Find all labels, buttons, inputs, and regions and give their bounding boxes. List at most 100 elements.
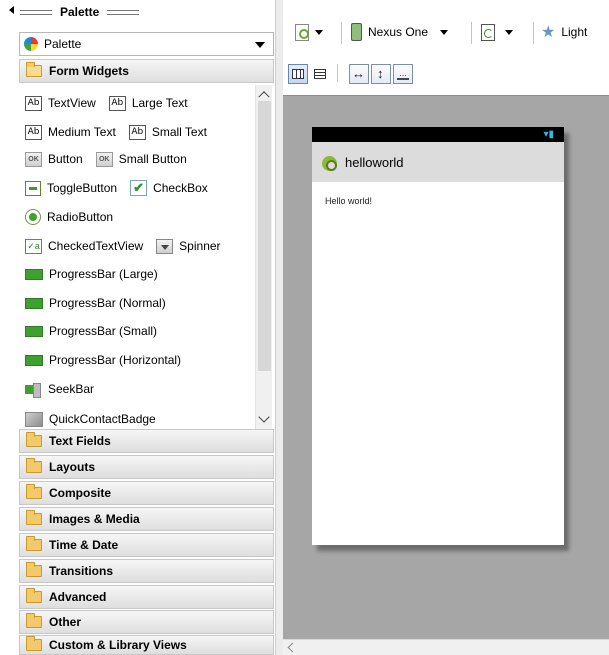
section-label: Form Widgets [49, 64, 129, 78]
chevron-down-icon[interactable] [440, 29, 449, 35]
layout-actions-toolbar: ↔ ↕ ... [283, 60, 609, 88]
section-label: Composite [49, 486, 112, 500]
list-item: ToggleButton ✔ CheckBox [25, 178, 214, 198]
button-widget-icon: OK [95, 151, 113, 167]
layout-editor: Nexus One ★ Light ↔ ↕ ... ▾▮ helloworld … [283, 0, 609, 655]
widget-togglebutton[interactable]: ToggleButton [25, 180, 117, 196]
section-label: Time & Date [49, 538, 119, 552]
widget-label: ProgressBar (Small) [49, 324, 158, 338]
document-icon [295, 23, 309, 41]
section-form-widgets[interactable]: Form Widgets [19, 59, 274, 83]
folder-icon [26, 510, 42, 525]
widget-checkbox[interactable]: ✔ CheckBox [130, 180, 208, 196]
folder-icon [26, 536, 42, 551]
widget-list: Ab TextView Ab Large Text Ab Medium Text… [19, 85, 256, 429]
orientation-button[interactable] [481, 20, 513, 44]
theme-name: Light [561, 25, 588, 39]
widget-radiobutton[interactable]: RadioButton [25, 209, 113, 225]
section-advanced[interactable]: Advanced [19, 585, 274, 609]
drag-handle-right[interactable] [107, 9, 140, 15]
theme-select[interactable]: ★ Light [541, 20, 587, 44]
toggle-widget-icon [25, 180, 41, 196]
widget-label: Button [48, 152, 83, 166]
widget-seekbar[interactable]: SeekBar [25, 382, 95, 398]
layout-columns-button[interactable] [288, 64, 308, 84]
section-custom-library-views[interactable]: Custom & Library Views [19, 635, 274, 655]
layout-config-button[interactable] [295, 20, 323, 44]
design-canvas[interactable]: ▾▮ helloworld Hello world! [283, 95, 609, 639]
palette-select-value: Palette [44, 37, 82, 51]
section-other[interactable]: Other [19, 610, 274, 634]
scrollbar-thumb[interactable] [258, 101, 271, 371]
widget-label: TextView [48, 96, 96, 110]
section-images-media[interactable]: Images & Media [19, 507, 274, 531]
section-time-date[interactable]: Time & Date [19, 533, 274, 557]
device-preview[interactable]: ▾▮ helloworld Hello world! [312, 127, 564, 545]
chevron-down-icon[interactable] [315, 29, 323, 35]
scroll-down-icon[interactable] [258, 411, 270, 423]
vertical-arrows-icon: ↕ [377, 66, 384, 81]
checkbox-widget-icon: ✔ [130, 180, 148, 196]
widget-progressbar-small[interactable]: ProgressBar (Small) [25, 324, 157, 338]
widget-label: SeekBar [48, 382, 95, 396]
section-transitions[interactable]: Transitions [19, 559, 274, 583]
widget-spinner[interactable]: Spinner [156, 238, 221, 254]
hello-textview[interactable]: Hello world! [325, 196, 372, 206]
widget-label: ProgressBar (Normal) [49, 296, 166, 310]
progressbar-widget-icon [25, 268, 43, 280]
list-item: ProgressBar (Horizontal) [25, 350, 187, 370]
device-status-bar: ▾▮ [312, 127, 564, 142]
widget-list-scrollbar[interactable] [255, 85, 272, 429]
widget-quickcontactbadge[interactable]: QuickContactBadge [25, 411, 156, 427]
collapse-arrow-icon[interactable] [9, 6, 14, 14]
section-label: Text Fields [49, 434, 111, 448]
spinner-widget-icon [156, 238, 174, 254]
folder-icon [26, 484, 42, 499]
canvas-horizontal-scrollbar[interactable] [283, 639, 609, 655]
list-item: SeekBar [25, 379, 100, 399]
list-item: RadioButton [25, 207, 119, 227]
drag-handle-left[interactable] [20, 9, 52, 15]
widget-progressbar-horizontal[interactable]: ProgressBar (Horizontal) [25, 353, 181, 367]
toolbar-separator [341, 22, 342, 44]
widget-checkedtextview[interactable]: ✓a CheckedTextView [25, 238, 143, 254]
device-select[interactable]: Nexus One [351, 20, 449, 44]
widget-small-text[interactable]: Ab Small Text [128, 124, 207, 140]
fit-width-button[interactable]: ↔ [349, 64, 369, 84]
scroll-left-icon[interactable] [287, 642, 298, 653]
config-toolbar: Nexus One ★ Light [283, 14, 609, 50]
phone-icon [351, 23, 362, 41]
chevron-down-icon[interactable] [505, 29, 513, 35]
seekbar-widget-icon [25, 382, 42, 398]
panel-splitter[interactable] [275, 0, 283, 655]
folder-icon [26, 458, 42, 473]
baseline-button[interactable]: ... [393, 64, 413, 84]
section-text-fields[interactable]: Text Fields [19, 429, 274, 453]
widget-textview[interactable]: Ab TextView [25, 95, 96, 111]
folder-open-icon [26, 62, 42, 77]
section-layouts[interactable]: Layouts [19, 455, 274, 479]
chevron-down-icon[interactable] [255, 42, 265, 48]
widget-label: Small Text [151, 125, 207, 139]
widget-large-text[interactable]: Ab Large Text [108, 95, 188, 111]
widget-small-button[interactable]: OK Small Button [95, 151, 187, 167]
list-item: ProgressBar (Small) [25, 321, 163, 341]
progressbar-widget-icon [25, 354, 43, 366]
widget-progressbar-large[interactable]: ProgressBar (Large) [25, 267, 158, 281]
palette-mode-select[interactable]: Palette [19, 32, 274, 56]
list-item: Ab Medium Text Ab Small Text [25, 122, 213, 142]
widget-progressbar-normal[interactable]: ProgressBar (Normal) [25, 296, 166, 310]
widget-label: Medium Text [48, 125, 116, 139]
device-name: Nexus One [368, 25, 429, 39]
widget-label: RadioButton [47, 210, 114, 224]
section-composite[interactable]: Composite [19, 481, 274, 505]
widget-medium-text[interactable]: Ab Medium Text [25, 124, 116, 140]
app-action-bar: helloworld [312, 142, 564, 182]
wifi-battery-icon: ▾▮ [543, 129, 554, 140]
text-widget-icon: Ab [25, 95, 42, 111]
rotate-icon [481, 23, 495, 41]
layout-rows-button[interactable] [310, 64, 330, 84]
widget-button[interactable]: OK Button [25, 151, 83, 167]
fit-height-button[interactable]: ↕ [371, 64, 391, 84]
text-widget-icon: Ab [108, 95, 126, 111]
